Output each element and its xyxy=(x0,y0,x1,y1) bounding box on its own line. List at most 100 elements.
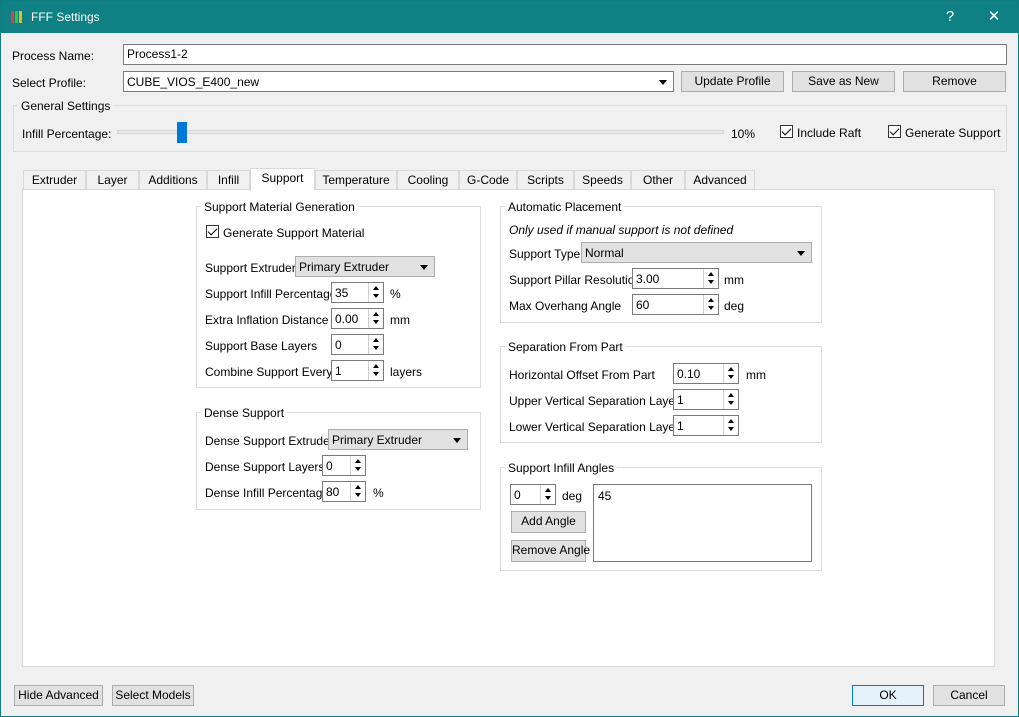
angle-spinbox[interactable]: 0 xyxy=(510,484,556,505)
spin-buttons[interactable] xyxy=(368,361,383,380)
hide-advanced-button[interactable]: Hide Advanced xyxy=(14,685,103,706)
spin-buttons[interactable] xyxy=(350,482,365,501)
spin-down-icon[interactable] xyxy=(355,493,361,497)
spin-buttons[interactable] xyxy=(368,283,383,302)
dense-support-extruder-value: Primary Extruder xyxy=(332,433,423,447)
tab-g-code[interactable]: G-Code xyxy=(459,170,517,190)
window-title: FFF Settings xyxy=(31,10,100,24)
dense-infill-label: Dense Infill Percentage xyxy=(205,486,330,500)
combine-support-spinbox[interactable]: 1 xyxy=(331,360,384,381)
horizontal-offset-spinbox[interactable]: 0.10 xyxy=(673,363,739,384)
select-models-button[interactable]: Select Models xyxy=(112,685,194,706)
max-overhang-angle-value: 60 xyxy=(636,298,650,312)
spin-up-icon[interactable] xyxy=(373,338,379,342)
spin-up-icon[interactable] xyxy=(373,286,379,290)
support-extruder-select[interactable]: Primary Extruder xyxy=(295,256,435,277)
remove-profile-button[interactable]: Remove xyxy=(903,71,1006,92)
spin-down-icon[interactable] xyxy=(545,496,551,500)
upper-vertical-separation-label: Upper Vertical Separation Layers xyxy=(509,394,686,408)
ok-button[interactable]: OK xyxy=(852,685,924,706)
spin-buttons[interactable] xyxy=(723,390,738,409)
spin-down-icon[interactable] xyxy=(373,320,379,324)
update-profile-button[interactable]: Update Profile xyxy=(681,71,784,92)
tab-cooling[interactable]: Cooling xyxy=(397,170,459,190)
support-infill-label: Support Infill Percentage xyxy=(205,287,337,301)
dense-support-layers-label: Dense Support Layers xyxy=(205,460,325,474)
max-overhang-angle-unit: deg xyxy=(724,299,745,313)
spin-up-icon[interactable] xyxy=(728,393,734,397)
dense-infill-unit: % xyxy=(373,486,384,500)
spin-down-icon[interactable] xyxy=(708,306,714,310)
support-infill-value: 35 xyxy=(335,286,349,300)
support-base-layers-spinbox[interactable]: 0 xyxy=(331,334,384,355)
automatic-placement-title: Automatic Placement xyxy=(505,200,625,214)
spin-buttons[interactable] xyxy=(723,416,738,435)
infill-percentage-value: 10% xyxy=(731,127,756,141)
max-overhang-angle-spinbox[interactable]: 60 xyxy=(632,294,719,315)
save-as-new-button[interactable]: Save as New xyxy=(792,71,895,92)
tab-advanced[interactable]: Advanced xyxy=(685,170,755,190)
list-item[interactable]: 45 xyxy=(598,489,611,503)
spin-down-icon[interactable] xyxy=(728,401,734,405)
infill-slider-track[interactable] xyxy=(117,130,724,134)
upper-vertical-separation-spinbox[interactable]: 1 xyxy=(673,389,739,410)
tab-extruder[interactable]: Extruder xyxy=(23,170,86,190)
spin-buttons[interactable] xyxy=(723,364,738,383)
dense-support-layers-spinbox[interactable]: 0 xyxy=(322,455,366,476)
generate-support-material-checkbox[interactable] xyxy=(206,225,219,238)
spin-down-icon[interactable] xyxy=(728,375,734,379)
spin-down-icon[interactable] xyxy=(373,346,379,350)
spin-up-icon[interactable] xyxy=(373,364,379,368)
extra-inflation-spinbox[interactable]: 0.00 xyxy=(331,308,384,329)
spin-buttons[interactable] xyxy=(703,269,718,288)
angle-value: 0 xyxy=(514,488,521,502)
spin-buttons[interactable] xyxy=(350,456,365,475)
support-type-select[interactable]: Normal xyxy=(581,242,812,263)
spin-buttons[interactable] xyxy=(368,335,383,354)
tab-support[interactable]: Support xyxy=(250,168,315,191)
process-name-input[interactable]: Process1-2 xyxy=(123,44,1007,65)
tab-infill[interactable]: Infill xyxy=(207,170,250,190)
dense-infill-spinbox[interactable]: 80 xyxy=(322,481,366,502)
spin-down-icon[interactable] xyxy=(708,280,714,284)
profile-select[interactable]: CUBE_VIOS_E400_new xyxy=(123,71,674,92)
spin-up-icon[interactable] xyxy=(708,272,714,276)
spin-up-icon[interactable] xyxy=(728,367,734,371)
support-type-label: Support Type xyxy=(509,247,581,261)
tab-speeds[interactable]: Speeds xyxy=(574,170,631,190)
spin-down-icon[interactable] xyxy=(728,427,734,431)
process-name-label: Process Name: xyxy=(12,49,95,63)
spin-up-icon[interactable] xyxy=(545,488,551,492)
include-raft-checkbox[interactable] xyxy=(780,125,793,138)
angles-list[interactable]: 45 xyxy=(593,484,812,562)
spin-up-icon[interactable] xyxy=(373,312,379,316)
spin-up-icon[interactable] xyxy=(355,459,361,463)
lower-vertical-separation-spinbox[interactable]: 1 xyxy=(673,415,739,436)
dense-infill-value: 80 xyxy=(326,485,340,499)
spin-up-icon[interactable] xyxy=(728,419,734,423)
cancel-button[interactable]: Cancel xyxy=(933,685,1005,706)
help-button[interactable]: ? xyxy=(928,1,972,33)
add-angle-button[interactable]: Add Angle xyxy=(511,511,586,533)
tab-additions[interactable]: Additions xyxy=(139,170,207,190)
tab-scripts[interactable]: Scripts xyxy=(517,170,574,190)
close-button[interactable]: ✕ xyxy=(972,1,1016,33)
support-infill-spinbox[interactable]: 35 xyxy=(331,282,384,303)
tab-layer[interactable]: Layer xyxy=(86,170,139,190)
spin-down-icon[interactable] xyxy=(355,467,361,471)
tab-other[interactable]: Other xyxy=(631,170,685,190)
infill-percentage-label: Infill Percentage: xyxy=(22,127,112,141)
spin-buttons[interactable] xyxy=(703,295,718,314)
dense-support-extruder-select[interactable]: Primary Extruder xyxy=(328,429,468,450)
spin-buttons[interactable] xyxy=(368,309,383,328)
spin-up-icon[interactable] xyxy=(708,298,714,302)
spin-down-icon[interactable] xyxy=(373,372,379,376)
infill-slider-thumb[interactable] xyxy=(176,122,187,143)
spin-buttons[interactable] xyxy=(540,485,555,504)
spin-down-icon[interactable] xyxy=(373,294,379,298)
generate-support-checkbox[interactable] xyxy=(888,125,901,138)
support-pillar-resolution-spinbox[interactable]: 3.00 xyxy=(632,268,719,289)
remove-angle-button[interactable]: Remove Angle xyxy=(511,540,590,562)
tab-temperature[interactable]: Temperature xyxy=(315,170,397,190)
spin-up-icon[interactable] xyxy=(355,485,361,489)
